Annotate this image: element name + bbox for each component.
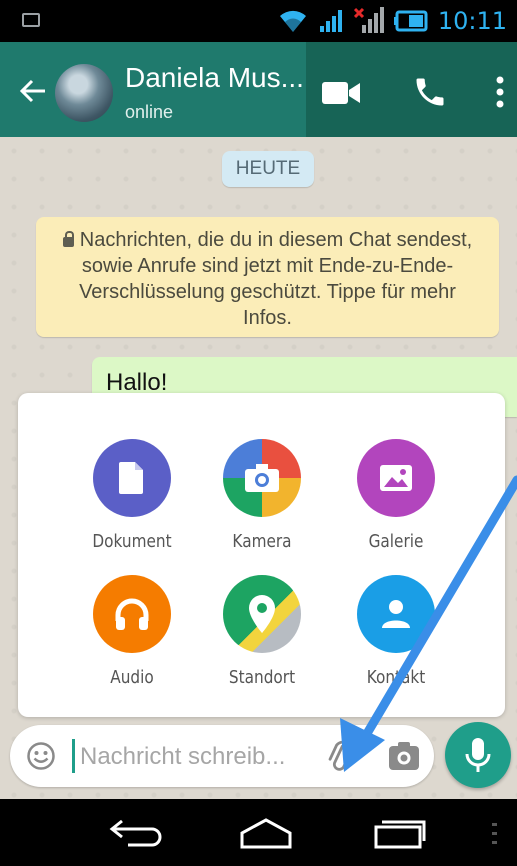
attach-menu: Dokument Kamera Galerie Audio Standort K…: [18, 393, 505, 717]
back-arrow-icon[interactable]: [18, 76, 48, 106]
gallery-icon: [380, 465, 412, 491]
document-icon: [119, 462, 143, 494]
attach-contact-circle[interactable]: [357, 575, 435, 653]
system-nav-bar: [0, 799, 517, 866]
more-vert-icon[interactable]: [496, 76, 504, 108]
status-icons: 10:11: [278, 0, 507, 42]
lock-icon: [62, 231, 74, 247]
attach-gallery-label: Galerie: [368, 531, 424, 552]
attach-location-label: Standort: [228, 667, 296, 688]
attach-contact-label: Kontakt: [366, 667, 426, 688]
video-call-icon[interactable]: [322, 80, 362, 106]
camera-icon: [245, 464, 279, 492]
signal-no-sim-icon: [353, 7, 384, 33]
paperclip-icon[interactable]: [324, 739, 360, 775]
phone-icon[interactable]: [412, 74, 448, 110]
status-time: 10:11: [437, 7, 507, 35]
attach-camera-label: Kamera: [232, 531, 292, 552]
status-bar: 10:11: [0, 0, 517, 42]
microphone-icon: [465, 738, 491, 772]
recents-icon[interactable]: [372, 815, 428, 849]
composer-camera-icon[interactable]: [388, 741, 420, 771]
home-icon[interactable]: [238, 817, 294, 849]
emoji-icon[interactable]: [26, 741, 56, 771]
battery-icon: [393, 10, 428, 32]
wifi-icon: [279, 10, 306, 32]
image-icon: [22, 13, 40, 27]
attach-document-circle[interactable]: [93, 439, 171, 517]
microphone-button[interactable]: [445, 722, 511, 788]
text-cursor: [72, 739, 75, 773]
attach-document-label: Dokument: [92, 531, 172, 552]
contact-icon: [382, 600, 410, 628]
attach-audio-circle[interactable]: [93, 575, 171, 653]
date-chip: HEUTE: [222, 151, 314, 187]
attach-camera-circle[interactable]: [223, 439, 301, 517]
message-input[interactable]: [78, 735, 322, 779]
attach-location-circle[interactable]: [223, 575, 301, 653]
location-icon: [249, 595, 275, 633]
chat-header: Daniela Mus... online: [0, 42, 517, 137]
back-icon[interactable]: [108, 817, 164, 849]
attach-contact[interactable]: Kontakt: [336, 575, 456, 688]
signal-icon: [319, 10, 342, 32]
contact-name[interactable]: Daniela Mus...: [125, 62, 304, 94]
attach-location[interactable]: Standort: [202, 575, 322, 688]
contact-status: online: [125, 102, 174, 122]
encryption-notice-text: Nachrichten, die du in diesem Chat sende…: [79, 229, 473, 329]
attach-gallery[interactable]: Galerie: [336, 439, 456, 552]
attach-audio-label: Audio: [110, 667, 154, 688]
headphones-icon: [115, 598, 149, 630]
attach-gallery-circle[interactable]: [357, 439, 435, 517]
attach-audio[interactable]: Audio: [72, 575, 192, 688]
menu-dots-icon[interactable]: [490, 821, 500, 847]
attach-camera[interactable]: Kamera: [202, 439, 322, 552]
encryption-notice[interactable]: Nachrichten, die du in diesem Chat sende…: [36, 217, 499, 337]
contact-avatar[interactable]: [55, 64, 113, 122]
attach-document[interactable]: Dokument: [72, 439, 192, 552]
message-composer: [10, 725, 434, 787]
